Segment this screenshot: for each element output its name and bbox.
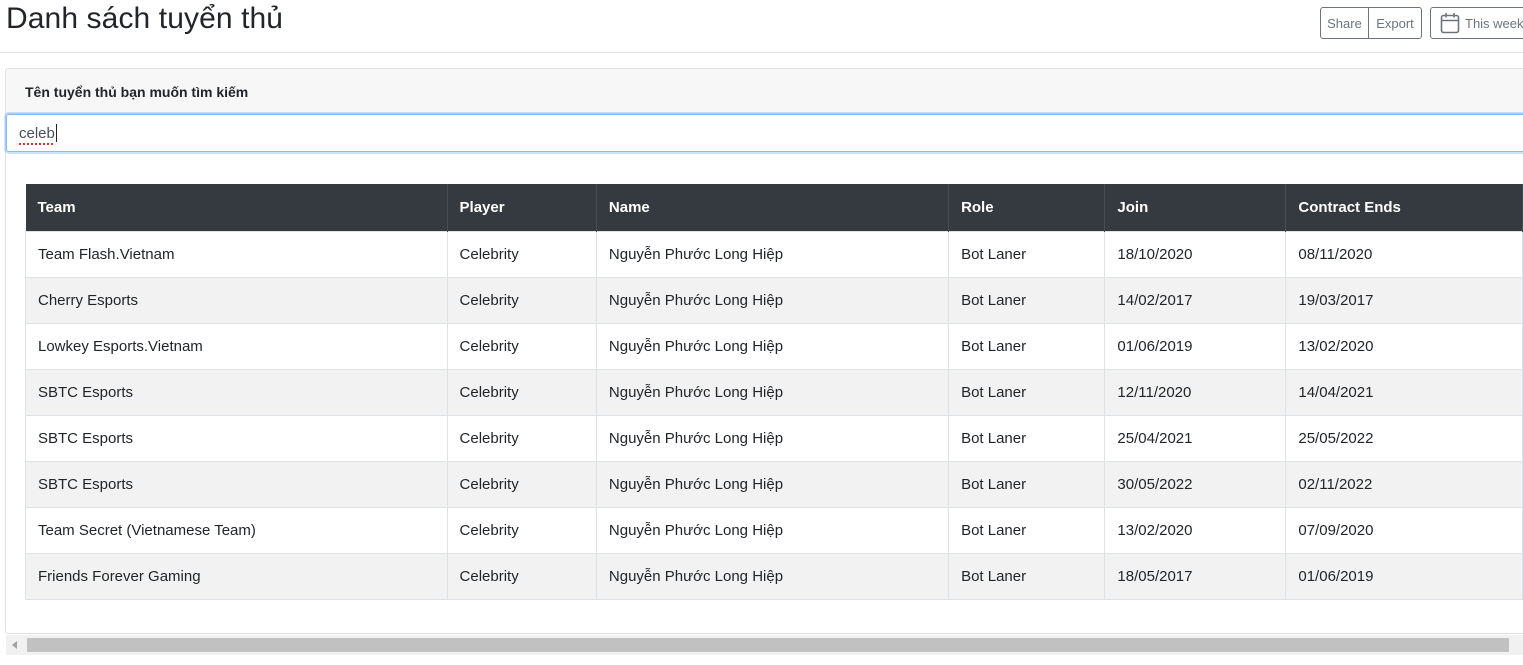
table-cell: 07/09/2020 [1285,506,1523,553]
table-cell: Nguyễn Phước Long Hiệp [596,552,950,600]
table-cell: SBTC Esports [25,368,448,415]
horizontal-scrollbar[interactable] [6,635,1523,655]
table-cell: SBTC Esports [25,414,448,461]
table-cell: Team Flash.Vietnam [25,230,448,277]
column-header-join: Join [1104,184,1287,231]
table-row: Cherry Esports Celebrity Nguyễn Phước Long… [25,276,1523,323]
table-cell: Nguyễn Phước Long Hiệp [596,322,950,369]
table-cell: Bot Laner [948,460,1106,507]
table-cell: Bot Laner [948,552,1106,600]
table-cell: Bot Laner [948,230,1106,277]
table-row: SBTC Esports Celebrity Nguyễn Phước Long H… [25,368,1523,415]
table-cell: Celebrity [447,368,597,415]
search-input[interactable]: celeb [6,114,1523,152]
table-cell: Lowkey Esports.Vietnam [25,322,448,369]
table-cell: 01/06/2019 [1104,322,1287,369]
table-cell: Nguyễn Phước Long Hiệp [596,230,950,277]
table-cell: 14/04/2021 [1285,368,1523,415]
table-cell: Celebrity [447,460,597,507]
column-header-contract-ends: Contract Ends [1285,184,1523,231]
calendar-icon [1440,13,1460,34]
table-cell: 18/05/2017 [1104,552,1287,600]
table-cell: 14/02/2017 [1104,276,1287,323]
search-value: celeb [19,124,55,145]
table-cell: 01/06/2019 [1285,552,1523,600]
table-cell: Celebrity [447,506,597,553]
column-header-player: Player [447,184,597,231]
toolbar-button-group: Share Export [1320,7,1422,39]
table-cell: Celebrity [447,414,597,461]
table-cell: Bot Laner [948,506,1106,553]
table-cell: Celebrity [447,552,597,600]
table-cell: 13/02/2020 [1104,506,1287,553]
table-cell: 02/11/2022 [1285,460,1523,507]
export-button[interactable]: Export [1368,7,1422,39]
table-body: Team Flash.Vietnam Celebrity Nguyễn Phước … [25,230,1523,600]
table-cell: Team Secret (Vietnamese Team) [25,506,448,553]
table-row: SBTC Esports Celebrity Nguyễn Phước Long H… [25,414,1523,461]
table-cell: 13/02/2020 [1285,322,1523,369]
table-cell: Nguyễn Phước Long Hiệp [596,460,950,507]
table-row: Lowkey Esports.Vietnam Celebrity Nguyễn Ph… [25,322,1523,369]
table-cell: Celebrity [447,276,597,323]
table-row: SBTC Esports Celebrity Nguyễn Phước Long H… [25,460,1523,507]
players-table: Team Player Name Role Join Contract Ends Team… [25,184,1523,600]
table-cell: Friends Forever Gaming [25,552,448,600]
page-title: Danh sách tuyển thủ [6,2,284,35]
table-cell: 19/03/2017 [1285,276,1523,323]
column-header-role: Role [948,184,1106,231]
table-cell: 25/05/2022 [1285,414,1523,461]
table-cell: 12/11/2020 [1104,368,1287,415]
table-row: Friends Forever Gaming Celebrity Nguyễn Ph… [25,552,1523,600]
table-cell: Nguyễn Phước Long Hiệp [596,506,950,553]
share-button[interactable]: Share [1320,7,1369,39]
scrollbar-thumb[interactable] [27,638,1509,652]
table-cell: Celebrity [447,230,597,277]
table-header-row: Team Player Name Role Join Contract Ends [25,184,1523,231]
this-week-button[interactable]: This week [1430,7,1523,39]
column-header-name: Name [596,184,950,231]
table-cell: 25/04/2021 [1104,414,1287,461]
page-header: Danh sách tuyển thủ Share Export This we… [0,0,1523,53]
table-cell: Bot Laner [948,322,1106,369]
table-cell: Cherry Esports [25,276,448,323]
table-cell: Bot Laner [948,276,1106,323]
column-header-team: Team [25,184,448,231]
table-cell: Bot Laner [948,414,1106,461]
table-cell: Nguyễn Phước Long Hiệp [596,276,950,323]
table-cell: 30/05/2022 [1104,460,1287,507]
table-cell: Celebrity [447,322,597,369]
search-label: Tên tuyển thủ bạn muốn tìm kiếm [25,84,249,100]
table-cell: SBTC Esports [25,460,448,507]
table-cell: Nguyễn Phước Long Hiệp [596,414,950,461]
table-cell: 18/10/2020 [1104,230,1287,277]
table-row: Team Flash.Vietnam Celebrity Nguyễn Phước … [25,230,1523,277]
this-week-label: This week [1465,15,1523,31]
table-cell: Nguyễn Phước Long Hiệp [596,368,950,415]
chevron-left-icon[interactable] [12,641,17,649]
card-header: Tên tuyển thủ bạn muốn tìm kiếm [6,69,1523,114]
table-cell: Bot Laner [948,368,1106,415]
table-cell: 08/11/2020 [1285,230,1523,277]
text-caret [55,124,57,142]
table-row: Team Secret (Vietnamese Team) Celebrity Ng… [25,506,1523,553]
